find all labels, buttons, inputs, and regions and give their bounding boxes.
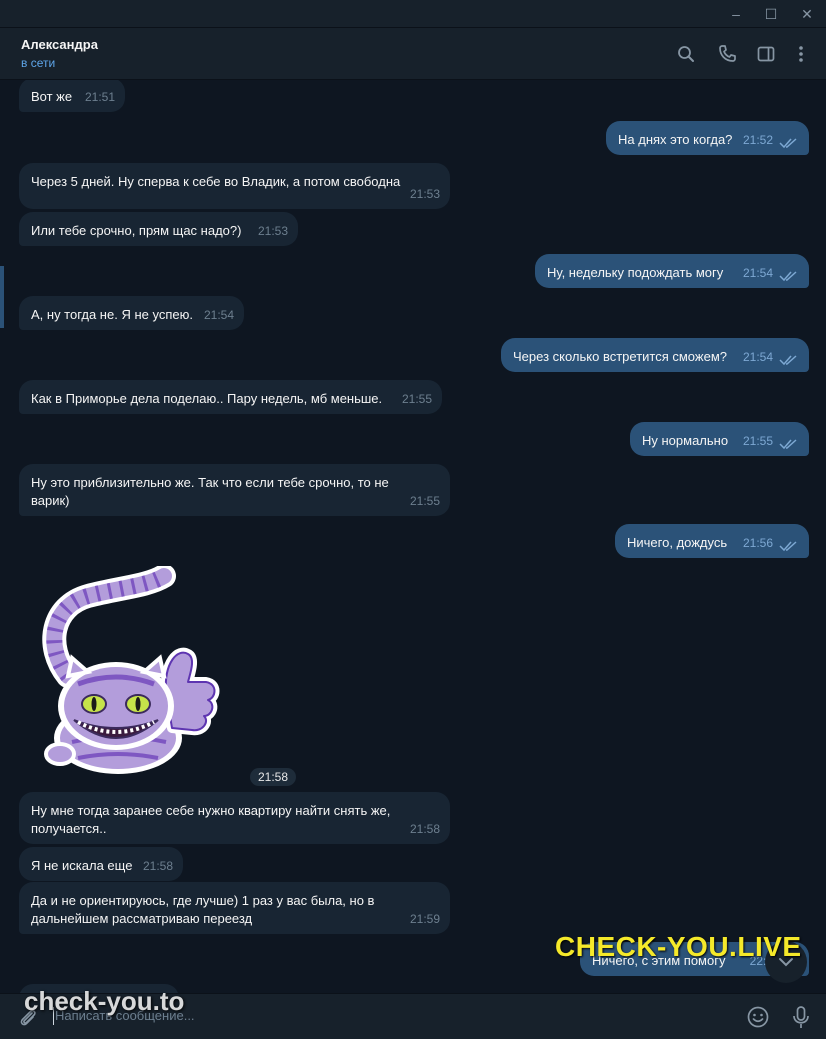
message-time: 21:53 xyxy=(257,224,288,238)
search-icon[interactable] xyxy=(674,42,698,66)
message-time: 21:54 xyxy=(742,350,773,364)
message-incoming[interactable]: Ну это приблизительно же. Так что если т… xyxy=(19,464,450,516)
minimize-button[interactable]: – xyxy=(725,4,747,24)
message-text: Как в Приморье дела поделаю.. Пару недел… xyxy=(31,391,383,406)
message-text: Ну нормально xyxy=(642,433,729,448)
message-text: А, ну тогда не. Я не успею. xyxy=(31,307,193,322)
message-text: Ну это приблизительно же. Так что если т… xyxy=(31,475,389,508)
read-checks-icon xyxy=(779,541,797,552)
message-text: Или тебе срочно, прям щас надо?) xyxy=(31,223,242,238)
message-time: 21:53 xyxy=(409,187,440,201)
message-text: Через сколько встретится сможем? xyxy=(513,349,727,364)
selection-indicator xyxy=(0,266,4,328)
message-time: 21:58 xyxy=(142,859,173,873)
message-outgoing[interactable]: Ну нормально 21:55 xyxy=(630,422,809,456)
message-text: Ну, недельку подождать могу xyxy=(547,265,724,280)
emoji-icon[interactable] xyxy=(745,1004,771,1030)
title-bar: – ☐ ✕ xyxy=(0,0,826,28)
message-outgoing[interactable]: На днях это когда? 21:52 xyxy=(606,121,809,155)
message-incoming[interactable]: А, ну тогда не. Я не успею. 21:54 xyxy=(19,296,244,330)
maximize-button[interactable]: ☐ xyxy=(760,4,782,24)
message-time: 21:54 xyxy=(203,308,234,322)
close-button[interactable]: ✕ xyxy=(796,4,818,24)
message-incoming[interactable]: Вот же 21:51 xyxy=(19,80,125,112)
message-incoming[interactable]: Да и не ориентируюсь, где лучше) 1 раз у… xyxy=(19,882,450,934)
chat-header[interactable]: Александра в сети xyxy=(0,28,826,80)
read-checks-icon xyxy=(779,355,797,366)
message-incoming[interactable]: Ну мне тогда заранее себе нужно квартиру… xyxy=(19,792,450,844)
message-time: 21:55 xyxy=(742,434,773,448)
message-time: 21:58 xyxy=(409,822,440,836)
phone-icon[interactable] xyxy=(715,42,739,66)
sticker-time: 21:58 xyxy=(250,768,297,786)
message-outgoing[interactable]: Ну, недельку подождать могу 21:54 xyxy=(535,254,809,288)
contact-name[interactable]: Александра xyxy=(21,37,98,52)
message-text: Да и не ориентируюсь, где лучше) 1 раз у… xyxy=(31,893,375,926)
read-checks-icon xyxy=(779,271,797,282)
message-outgoing[interactable]: Ничего, дождусь 21:56 xyxy=(615,524,809,558)
message-text: Вот же xyxy=(31,89,73,104)
message-incoming[interactable]: Я не искала еще 21:58 xyxy=(19,847,183,881)
message-outgoing[interactable]: Через сколько встретится сможем? 21:54 xyxy=(501,338,809,372)
sidebar-toggle-icon[interactable] xyxy=(754,42,778,66)
message-time: 21:56 xyxy=(742,536,773,550)
message-time: 21:55 xyxy=(401,392,432,406)
message-text: Ничего, дождусь xyxy=(627,535,728,550)
message-incoming[interactable]: Или тебе срочно, прям щас надо?) 21:53 xyxy=(19,212,298,246)
message-time: 21:59 xyxy=(409,912,440,926)
message-time: 21:51 xyxy=(84,90,115,104)
message-list[interactable]: Вот же 21:51 На днях это когда? 21:52 Че… xyxy=(0,80,826,993)
watermark-bottom: check-you.to xyxy=(24,986,185,1016)
microphone-icon[interactable] xyxy=(789,1004,813,1030)
watermark-top: CHECK-YOU.LIVE xyxy=(555,931,802,962)
message-text: Через 5 дней. Ну сперва к себе во Владик… xyxy=(31,174,401,189)
message-incoming[interactable]: Через 5 дней. Ну сперва к себе во Владик… xyxy=(19,163,450,209)
message-text: На днях это когда? xyxy=(618,132,733,147)
message-text: Ну мне тогда заранее себе нужно квартиру… xyxy=(31,803,391,836)
message-text: Я не искала еще xyxy=(31,858,133,873)
read-checks-icon xyxy=(779,138,797,149)
telegram-window: – ☐ ✕ Александра в сети Вот же 21:51 На … xyxy=(0,0,826,1039)
read-checks-icon xyxy=(779,439,797,450)
message-time: 21:54 xyxy=(742,266,773,280)
contact-status: в сети xyxy=(21,56,56,70)
message-time: 21:52 xyxy=(742,133,773,147)
cheshire-cat-sticker[interactable] xyxy=(38,566,224,786)
message-time: 21:55 xyxy=(409,494,440,508)
more-vert-icon[interactable] xyxy=(789,42,813,66)
message-incoming[interactable]: Как в Приморье дела поделаю.. Пару недел… xyxy=(19,380,442,414)
